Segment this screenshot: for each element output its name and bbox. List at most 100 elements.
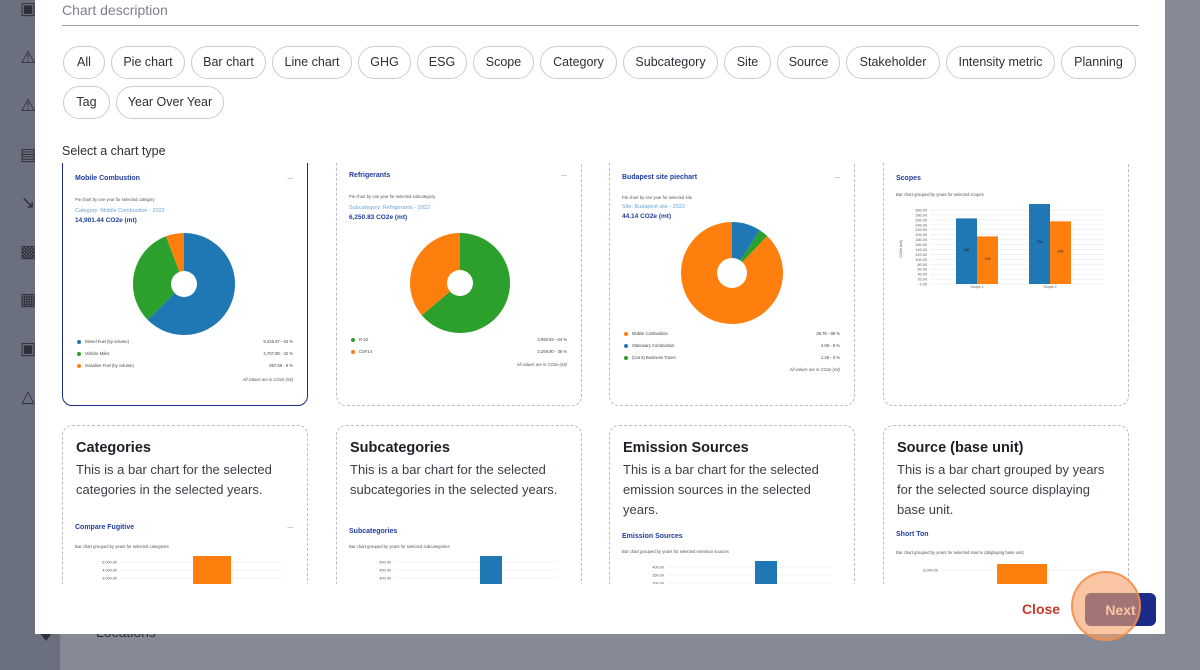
- legend-swatch: [351, 338, 355, 342]
- legend-swatch: [624, 344, 628, 348]
- chart-type-card-mobile-combustion[interactable]: Mobile Combustion ... Pie chart by one y…: [62, 163, 308, 406]
- filter-chip-ghg[interactable]: GHG: [358, 46, 411, 79]
- x-tick-label: Scope 2: [1043, 285, 1056, 289]
- chart-type-card-scopes[interactable]: Scopes Bar chart grouped by years for se…: [883, 163, 1129, 406]
- legend-swatch: [624, 356, 628, 360]
- legend-swatch: [624, 332, 628, 336]
- card-heading: Source (base unit): [897, 440, 1024, 456]
- filter-chip-scope[interactable]: Scope: [473, 46, 534, 79]
- y-tick-label: 5,000.00: [102, 561, 117, 565]
- filter-chip-site[interactable]: Site: [724, 46, 771, 79]
- next-button[interactable]: Next: [1085, 593, 1156, 626]
- bar-chart-preview: 500.00450.00400.00350.00: [379, 556, 557, 584]
- legend-value: 4,707.88 - 32 %: [263, 351, 293, 356]
- card-description: This is a bar chart grouped by years for…: [897, 462, 1105, 517]
- filter-chip-intensity-metric[interactable]: Intensity metric: [946, 46, 1055, 79]
- y-tick-label: 350.00: [652, 574, 664, 578]
- legend-name: CSF14: [359, 349, 373, 354]
- preview-title: Short Ton: [896, 531, 929, 538]
- chart-type-card-budapest-site[interactable]: Budapest site piechart ... Pie chart by …: [609, 163, 855, 406]
- filter-chip-planning[interactable]: Planning: [1061, 46, 1136, 79]
- filter-chip-category[interactable]: Category: [540, 46, 617, 79]
- preview-legend: Mobile Combustion 38.76 - 88 % Stationary…: [624, 330, 840, 366]
- y-tick-label: 3,000.00: [102, 577, 117, 581]
- legend-swatch: [77, 352, 81, 356]
- y-tick-label: 140.00: [915, 248, 927, 252]
- bar: [193, 556, 231, 584]
- preview-category-line: Category: Mobile Combustion - 2022: [75, 208, 165, 214]
- filter-chip-tag[interactable]: Tag: [63, 86, 110, 119]
- y-tick-label: 180.00: [915, 238, 927, 242]
- bar-label: 266: [964, 248, 970, 252]
- preview-subtitle: Bar chart grouped by years for selected …: [896, 192, 984, 197]
- legend-value: 38.76 - 88 %: [816, 331, 840, 336]
- card-heading: Emission Sources: [623, 440, 749, 456]
- preview-subtitle: Pie chart by one year for selected subca…: [349, 194, 436, 199]
- chart-type-card-categories[interactable]: Categories This is a bar chart for the s…: [62, 425, 308, 584]
- preview-total: 14,901.44 CO2e (mt): [75, 217, 137, 224]
- preview-subtitle: Pie chart by one year for selected categ…: [75, 197, 155, 202]
- y-tick-label: 80.00: [917, 263, 927, 267]
- chart-description-field[interactable]: Chart description: [62, 0, 1139, 26]
- bar: [755, 561, 777, 584]
- legend-row: Diesel Fuel (by volume) 9,335.97 - 63 %: [77, 338, 293, 350]
- chart-type-card-subcategories[interactable]: Subcategories This is a bar chart for th…: [336, 425, 582, 584]
- filter-chip-all[interactable]: All: [63, 46, 105, 79]
- y-tick-label: 300.00: [652, 582, 664, 585]
- chart-type-card-emission-sources[interactable]: Emission Sources This is a bar chart for…: [609, 425, 855, 584]
- legend-row: (Cat 6) Business Travel 1.28 - 3 %: [624, 354, 840, 366]
- preview-menu-icon: ...: [287, 174, 293, 181]
- legend-row: R-22 3,990.93 - 64 %: [351, 336, 567, 348]
- filter-chip-esg[interactable]: ESG: [417, 46, 467, 79]
- y-tick-label: 20.00: [917, 278, 927, 282]
- y-tick-label: 240.00: [915, 223, 927, 227]
- legend-name: Gasoline Fuel (by volume): [85, 363, 134, 368]
- legend-row: Gasoline Fuel (by volume) 857.59 - 6 %: [77, 362, 293, 374]
- legend-value: 9,335.97 - 63 %: [263, 339, 293, 344]
- y-tick-label: 220.00: [915, 228, 927, 232]
- chart-description-label: Chart description: [62, 2, 168, 18]
- preview-subtitle: Pie chart by one year for selected site: [622, 195, 693, 200]
- legend-name: Mobile Combustion: [632, 331, 668, 336]
- y-tick-label: 200.00: [915, 233, 927, 237]
- legend-name: (Cat 6) Business Travel: [632, 355, 676, 360]
- select-chart-type-label: Select a chart type: [62, 144, 166, 158]
- y-tick-label: 120.00: [915, 253, 927, 257]
- y-tick-label: 4,000.00: [102, 569, 117, 573]
- preview-subtitle: Bar chart grouped by years for selected …: [622, 549, 729, 554]
- legend-row: CSF14 2,259.90 - 36 %: [351, 348, 567, 360]
- donut-chart: [410, 233, 510, 333]
- y-tick-label: 60.00: [917, 268, 927, 272]
- filter-chip-bar-chart[interactable]: Bar chart: [191, 46, 266, 79]
- card-heading: Categories: [76, 440, 151, 456]
- y-tick-label: 300.00: [915, 209, 927, 213]
- preview-subtitle: Bar chart grouped by years for selected …: [896, 550, 1024, 555]
- bar-chart-preview: 8,000.00: [923, 564, 1104, 584]
- bar: [1029, 204, 1050, 284]
- y-tick-label: 160.00: [915, 243, 927, 247]
- chart-type-card-refrigerants[interactable]: Refrigerants ... Pie chart by one year f…: [336, 163, 582, 406]
- preview-menu-icon: ...: [287, 523, 293, 530]
- legend-name: Diesel Fuel (by volume): [85, 339, 129, 344]
- preview-total: 6,250.83 CO2e (mt): [349, 214, 408, 221]
- legend-value: 857.59 - 6 %: [269, 363, 293, 368]
- filter-chip-line-chart[interactable]: Line chart: [272, 46, 352, 79]
- y-tick-label: 450.00: [379, 569, 391, 573]
- y-axis-label: CO2e (mt): [899, 239, 903, 257]
- preview-total: 44.14 CO2e (mt): [622, 213, 672, 220]
- filter-chip-year-over-year[interactable]: Year Over Year: [116, 86, 224, 119]
- filter-chip-subcategory[interactable]: Subcategory: [623, 46, 718, 79]
- close-button[interactable]: Close: [1010, 597, 1072, 621]
- legend-swatch: [77, 340, 81, 344]
- preview-legend: R-22 3,990.93 - 64 % CSF14 2,259.90 - 36 %: [351, 336, 567, 360]
- filter-chip-pie-chart[interactable]: Pie chart: [111, 46, 185, 79]
- chart-type-card-source-base-unit[interactable]: Source (base unit) This is a bar chart g…: [883, 425, 1129, 584]
- preview-legend: Diesel Fuel (by volume) 9,335.97 - 63 % V…: [77, 338, 293, 374]
- filter-chip-source[interactable]: Source: [777, 46, 840, 79]
- y-tick-label: 500.00: [379, 561, 391, 565]
- filter-chip-stakeholder[interactable]: Stakeholder: [846, 46, 940, 79]
- bar: [997, 564, 1047, 584]
- legend-value: 2,259.90 - 36 %: [537, 349, 567, 354]
- bar-chart-preview: 400.00 350.00 300.00: [652, 561, 830, 585]
- card-description: This is a bar chart for the selected emi…: [623, 462, 819, 517]
